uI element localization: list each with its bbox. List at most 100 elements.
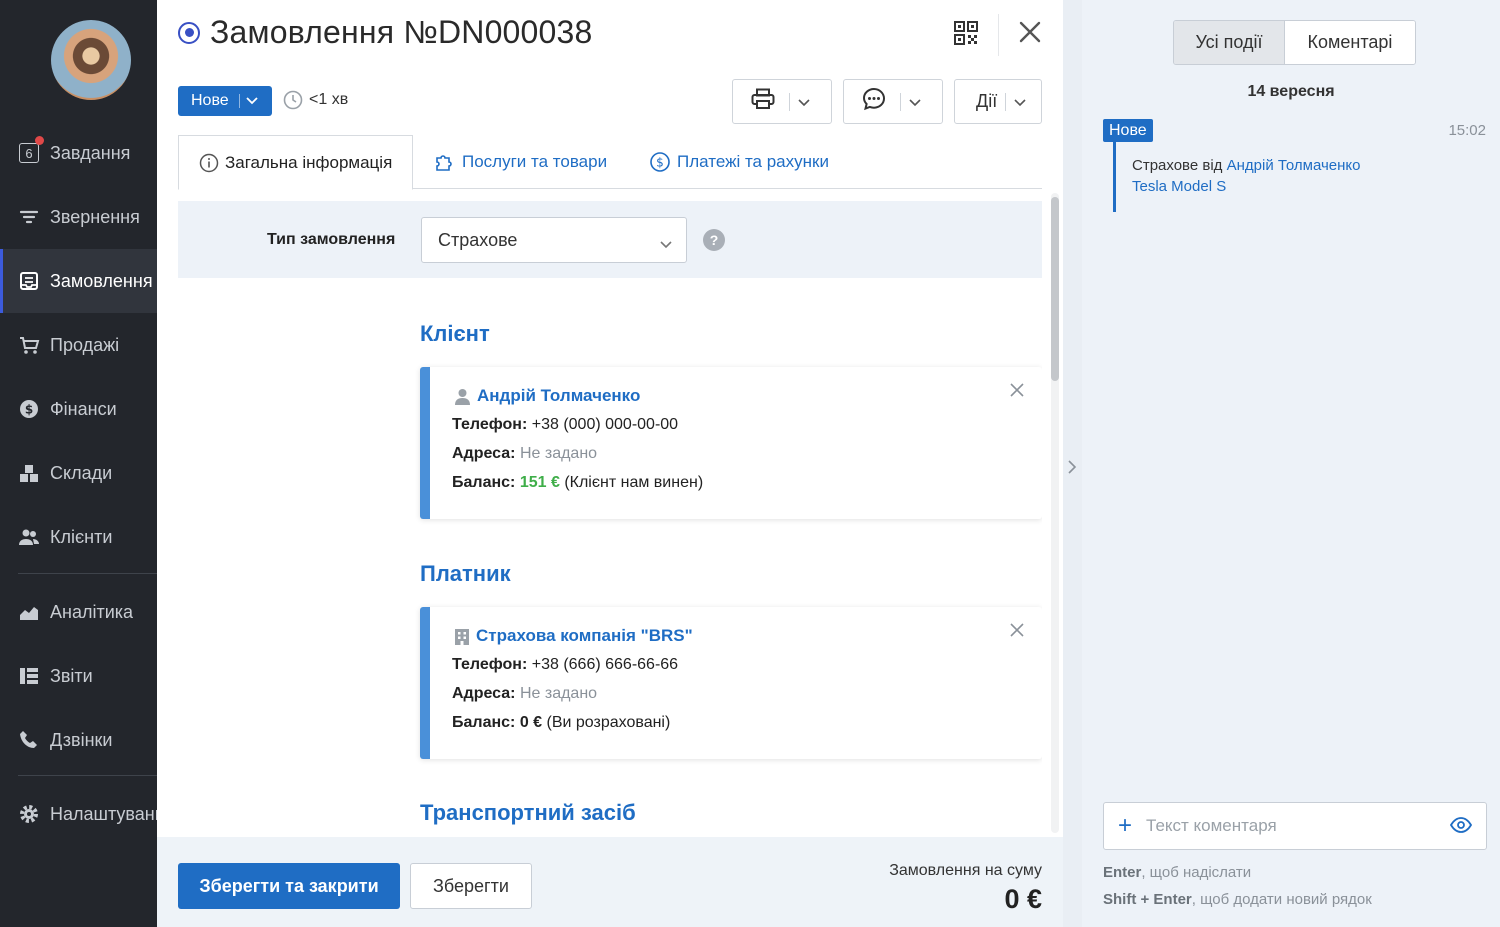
qr-code-icon[interactable] (954, 21, 978, 45)
sidebar-item-reports[interactable]: Звіти (0, 644, 157, 708)
sidebar-divider (18, 573, 157, 574)
sidebar-item-orders[interactable]: Замовлення (0, 249, 157, 313)
help-icon[interactable]: ? (703, 229, 725, 251)
client-address: Адреса: Не задано (452, 445, 598, 462)
sidebar-item-label: Фінанси (50, 398, 117, 419)
print-button[interactable] (732, 79, 832, 124)
save-button[interactable]: Зберегти (410, 863, 532, 909)
sidebar-item-warehouses[interactable]: Склади (0, 441, 157, 505)
events-panel-toggle[interactable] (1063, 0, 1082, 927)
chevron-down-icon (909, 91, 921, 112)
sidebar-item-label: Налаштування (50, 803, 157, 824)
message-button[interactable] (843, 79, 943, 124)
scrollbar-thumb[interactable] (1051, 197, 1059, 381)
sidebar-item-label: Замовлення (50, 270, 153, 291)
cart-icon (18, 334, 40, 356)
event-time: 15:02 (1448, 122, 1486, 139)
event-description: Страхове від Андрій Толмаченко Tesla Mod… (1132, 157, 1361, 195)
svg-text:$: $ (656, 156, 664, 170)
sidebar-item-calls[interactable]: Дзвінки (0, 708, 157, 772)
event-vehicle-link[interactable]: Tesla Model S (1132, 178, 1226, 195)
client-phone: Телефон: +38 (000) 000-00-00 (452, 416, 679, 433)
clock-icon (283, 90, 303, 110)
sidebar-item-label: Звернення (50, 206, 140, 227)
dollar-icon: $ (18, 398, 40, 420)
chevron-right-icon (1067, 459, 1077, 480)
order-type-row: Тип замовлення Страхове ? (178, 201, 1042, 278)
sidebar-item-label: Продажі (50, 334, 120, 355)
order-sum-value: 0 € (1004, 884, 1042, 914)
payer-balance: Баланс: 0 € (Ви розраховані) (452, 714, 671, 731)
order-footer: Зберегти та закрити Зберегти Замовлення … (157, 837, 1063, 927)
tab-general-info[interactable]: Загальна інформація (178, 135, 414, 190)
sidebar-item-requests[interactable]: Звернення (0, 185, 157, 249)
remove-client-icon[interactable] (1010, 383, 1024, 397)
sidebar-item-settings[interactable]: Налаштування (0, 782, 157, 846)
chevron-down-icon (798, 91, 810, 112)
events-date: 14 вересня (1247, 83, 1335, 100)
payer-address: Адреса: Не задано (452, 685, 598, 702)
tab-all-events[interactable]: Усі події (1174, 21, 1285, 64)
form-scrollbar[interactable] (1048, 193, 1062, 833)
sidebar-item-label: Аналітика (50, 601, 134, 622)
orders-icon (18, 270, 40, 292)
vehicle-section-title: Транспортний засіб (420, 800, 636, 825)
event-client-link[interactable]: Андрій Толмаченко (1227, 157, 1361, 174)
printer-icon (751, 88, 775, 115)
status-dot-icon (178, 21, 200, 44)
sidebar-item-tasks[interactable]: 6 Завдання (0, 121, 157, 185)
comment-input[interactable]: + Текст коментаря (1103, 802, 1487, 850)
page-title: Замовлення №DN000038 (210, 14, 593, 50)
tab-payments-invoices[interactable]: $ Платежі та рахунки (649, 135, 829, 189)
status-dropdown[interactable]: Нове (178, 86, 272, 116)
client-balance: Баланс: 151 € (Клієнт нам винен) (452, 474, 704, 491)
chat-icon (862, 87, 886, 116)
building-icon (455, 628, 469, 645)
order-type-select[interactable]: Страхове (421, 217, 687, 263)
actions-dropdown[interactable]: Дії (954, 79, 1042, 124)
save-and-close-button[interactable]: Зберегти та закрити (178, 863, 400, 909)
order-sum-label: Замовлення на суму (889, 862, 1042, 879)
avatar[interactable] (51, 20, 131, 100)
filter-icon (18, 206, 40, 228)
hint-newline: Shift + Enter, щоб додати новий рядок (1103, 891, 1372, 908)
tasks-icon: 6 (18, 136, 44, 164)
close-icon[interactable] (1016, 18, 1044, 46)
order-header: Замовлення №DN000038 (178, 14, 593, 51)
puzzle-icon (436, 155, 452, 171)
status-badge: Нове (1103, 119, 1153, 142)
status-label: Нове (191, 92, 229, 109)
svg-text:$: $ (25, 403, 33, 417)
main-sidebar: 6 Завдання Звернення Замовлення Продажі … (0, 0, 157, 927)
eye-icon[interactable] (1449, 817, 1473, 838)
event-timeline-bar (1113, 142, 1116, 212)
chevron-down-icon (1014, 91, 1026, 112)
order-tabs: Загальна інформація Послуги та товари $ … (178, 135, 1042, 190)
sidebar-item-finance[interactable]: $ Фінанси (0, 377, 157, 441)
add-attachment-icon[interactable]: + (1118, 814, 1132, 838)
reports-icon (18, 665, 40, 687)
sidebar-item-sales[interactable]: Продажі (0, 313, 157, 377)
sidebar-item-clients[interactable]: Клієнти (0, 505, 157, 569)
order-form: Тип замовлення Страхове ? Клієнт Андрій … (178, 201, 1042, 837)
boxes-icon (18, 462, 40, 484)
events-filter-toggle: Усі події Коментарі (1173, 20, 1416, 65)
sidebar-item-analytics[interactable]: Аналітика (0, 580, 157, 644)
payer-name-link[interactable]: Страхова компанія "BRS" (454, 626, 693, 646)
chart-icon (18, 601, 40, 623)
phone-icon (18, 729, 40, 751)
payer-section-title: Платник (420, 561, 511, 586)
sidebar-item-label: Клієнти (50, 526, 113, 547)
sidebar-item-label: Склади (50, 462, 113, 483)
elapsed-time: <1 хв (283, 90, 348, 110)
header-divider (998, 14, 999, 56)
remove-payer-icon[interactable] (1010, 623, 1024, 637)
sidebar-item-label: Дзвінки (50, 729, 113, 750)
order-panel: Замовлення №DN000038 Нове <1 хв Дії Зага… (157, 0, 1063, 927)
sidebar-item-label: Завдання (50, 142, 131, 163)
tab-comments[interactable]: Коментарі (1285, 21, 1415, 64)
tab-services-goods[interactable]: Послуги та товари (434, 135, 607, 189)
events-panel: Усі події Коментарі 14 вересня Нове 15:0… (1082, 0, 1500, 927)
client-name-link[interactable]: Андрій Толмаченко (454, 386, 640, 406)
comment-placeholder: Текст коментаря (1146, 816, 1277, 835)
